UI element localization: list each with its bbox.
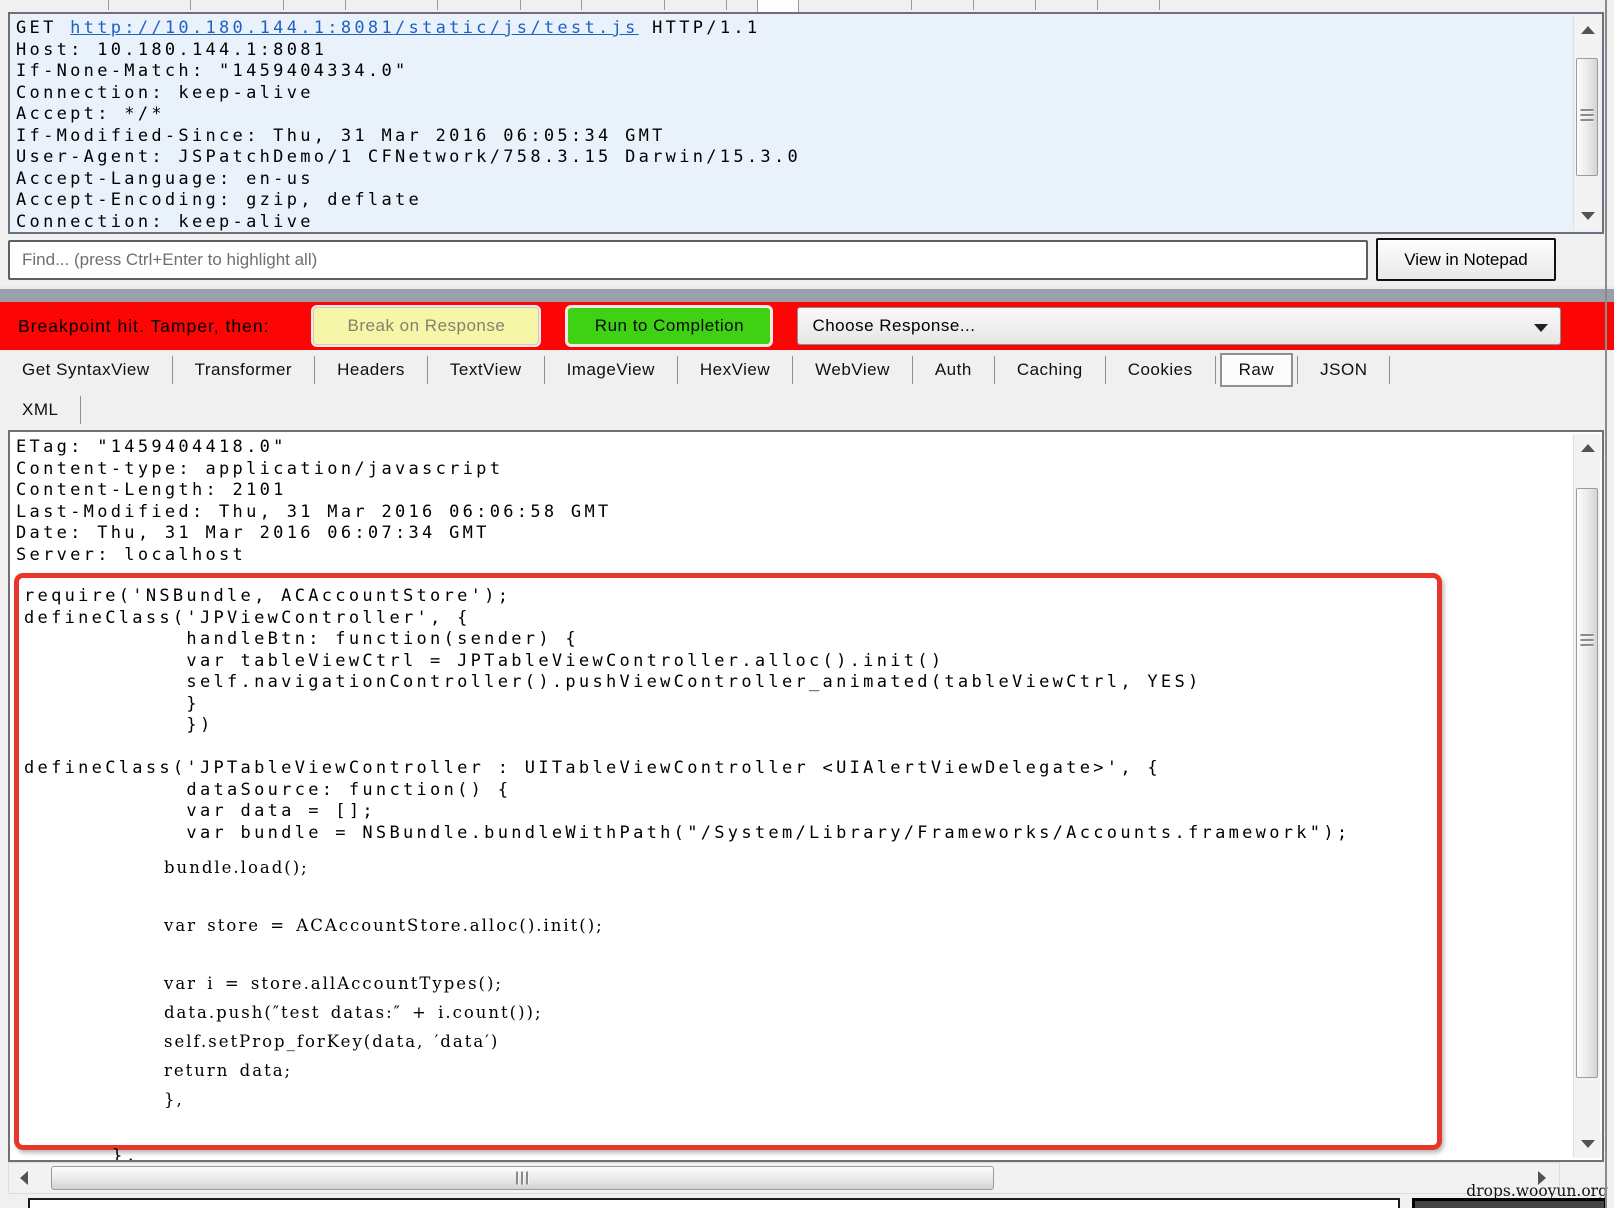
request-scrollbar[interactable] <box>1573 16 1600 230</box>
tabstrip-separator <box>1035 0 1036 10</box>
scroll-down-button[interactable] <box>1574 204 1601 228</box>
run-to-completion-button[interactable]: Run to Completion <box>567 307 771 345</box>
response-code-block-1: require('NSBundle, ACAccountStore'); def… <box>24 586 1350 844</box>
tab-hexview[interactable]: HexView <box>678 354 792 386</box>
choose-response-dropdown[interactable]: Choose Response... <box>797 307 1561 345</box>
arrow-up-icon <box>1581 444 1595 452</box>
top-selected-tab-fragment[interactable] <box>757 0 799 12</box>
breakpoint-bar: Breakpoint hit. Tamper, then: Break on R… <box>0 302 1614 350</box>
tabstrip-separator <box>664 0 665 10</box>
tab-imageview[interactable]: ImageView <box>545 354 677 386</box>
tabstrip-separator <box>911 0 912 10</box>
grip-icon <box>1581 109 1594 123</box>
request-method: GET <box>16 18 70 38</box>
tab-raw-selected[interactable]: Raw <box>1220 353 1294 387</box>
response-code-block-2: bundle.load(); var store = ACAccountStor… <box>164 853 604 1114</box>
arrow-left-icon <box>20 1171 28 1185</box>
request-protocol: HTTP/1.1 <box>639 18 761 38</box>
tabstrip-separator <box>1159 0 1160 10</box>
break-on-response-button[interactable]: Break on Response <box>313 307 539 345</box>
request-headers-text: Host: 10.180.144.1:8081 If-None-Match: "… <box>16 40 801 234</box>
tab-textview[interactable]: TextView <box>428 354 544 386</box>
find-input[interactable] <box>8 240 1368 280</box>
fiddler-window: GET http://10.180.144.1:8081/static/js/t… <box>0 0 1614 1208</box>
inspector-tabs-row2: XML <box>0 390 1614 430</box>
choose-response-label: Choose Response... <box>812 316 975 336</box>
tab-xml[interactable]: XML <box>0 394 80 426</box>
tabstrip-separator <box>520 0 521 10</box>
scroll-up-button[interactable] <box>1574 18 1601 42</box>
request-line: GET http://10.180.144.1:8081/static/js/t… <box>16 18 801 40</box>
tabstrip-separator <box>726 0 727 10</box>
tab-auth[interactable]: Auth <box>913 354 994 386</box>
arrow-down-icon <box>1581 1140 1595 1148</box>
scroll-thumb[interactable] <box>1576 58 1598 176</box>
chevron-down-icon <box>1534 324 1548 332</box>
bottom-button-partial[interactable] <box>1412 1198 1607 1208</box>
scroll-thumb[interactable] <box>51 1166 994 1190</box>
red-highlight-annotation: require('NSBundle, ACAccountStore'); def… <box>14 573 1442 1150</box>
breakpoint-label: Breakpoint hit. Tamper, then: <box>18 316 269 337</box>
response-raw-pane[interactable]: ETag: "1459404418.0" Content-type: appli… <box>8 430 1604 1162</box>
request-url-link[interactable]: http://10.180.144.1:8081/static/js/test.… <box>70 18 638 38</box>
tab-transformer[interactable]: Transformer <box>173 354 314 386</box>
response-scrollbar[interactable] <box>1573 434 1600 1158</box>
grip-icon <box>1581 634 1594 648</box>
bottom-input-partial[interactable] <box>28 1198 1400 1208</box>
tab-cookies[interactable]: Cookies <box>1106 354 1215 386</box>
tabstrip-separator <box>581 0 582 10</box>
grip-icon <box>516 1172 530 1185</box>
tab-json[interactable]: JSON <box>1298 354 1389 386</box>
tabstrip-separator <box>973 0 974 10</box>
tabstrip-separator <box>190 0 191 10</box>
response-headers-text: ETag: "1459404418.0" Content-type: appli… <box>16 437 612 566</box>
scroll-up-button[interactable] <box>1574 436 1601 460</box>
scroll-thumb[interactable] <box>1576 488 1598 1078</box>
window-right-edge <box>1605 0 1607 1208</box>
arrow-up-icon <box>1581 26 1595 34</box>
arrow-down-icon <box>1581 212 1595 220</box>
tab-headers[interactable]: Headers <box>315 354 427 386</box>
tab-webview[interactable]: WebView <box>793 354 912 386</box>
pane-splitter[interactable] <box>0 286 1614 302</box>
tab-get-syntaxview[interactable]: Get SyntaxView <box>0 354 172 386</box>
tabstrip-separator <box>108 0 109 10</box>
scroll-left-button[interactable] <box>11 1165 37 1191</box>
scroll-down-button[interactable] <box>1574 1132 1601 1156</box>
tab-caching[interactable]: Caching <box>995 354 1105 386</box>
tabstrip-separator <box>283 0 284 10</box>
tabstrip-separator <box>1097 0 1098 10</box>
response-hscrollbar[interactable] <box>8 1162 1560 1194</box>
top-tabstrip-partial <box>0 0 1614 12</box>
response-code-clipped-line: }, <box>112 1146 139 1162</box>
request-raw-pane[interactable]: GET http://10.180.144.1:8081/static/js/t… <box>8 12 1604 234</box>
tabstrip-separator <box>437 0 438 10</box>
tabstrip-separator <box>345 0 346 10</box>
inspector-tabs-row1: Get SyntaxView Transformer Headers TextV… <box>0 350 1614 390</box>
view-in-notepad-button[interactable]: View in Notepad <box>1376 238 1556 281</box>
